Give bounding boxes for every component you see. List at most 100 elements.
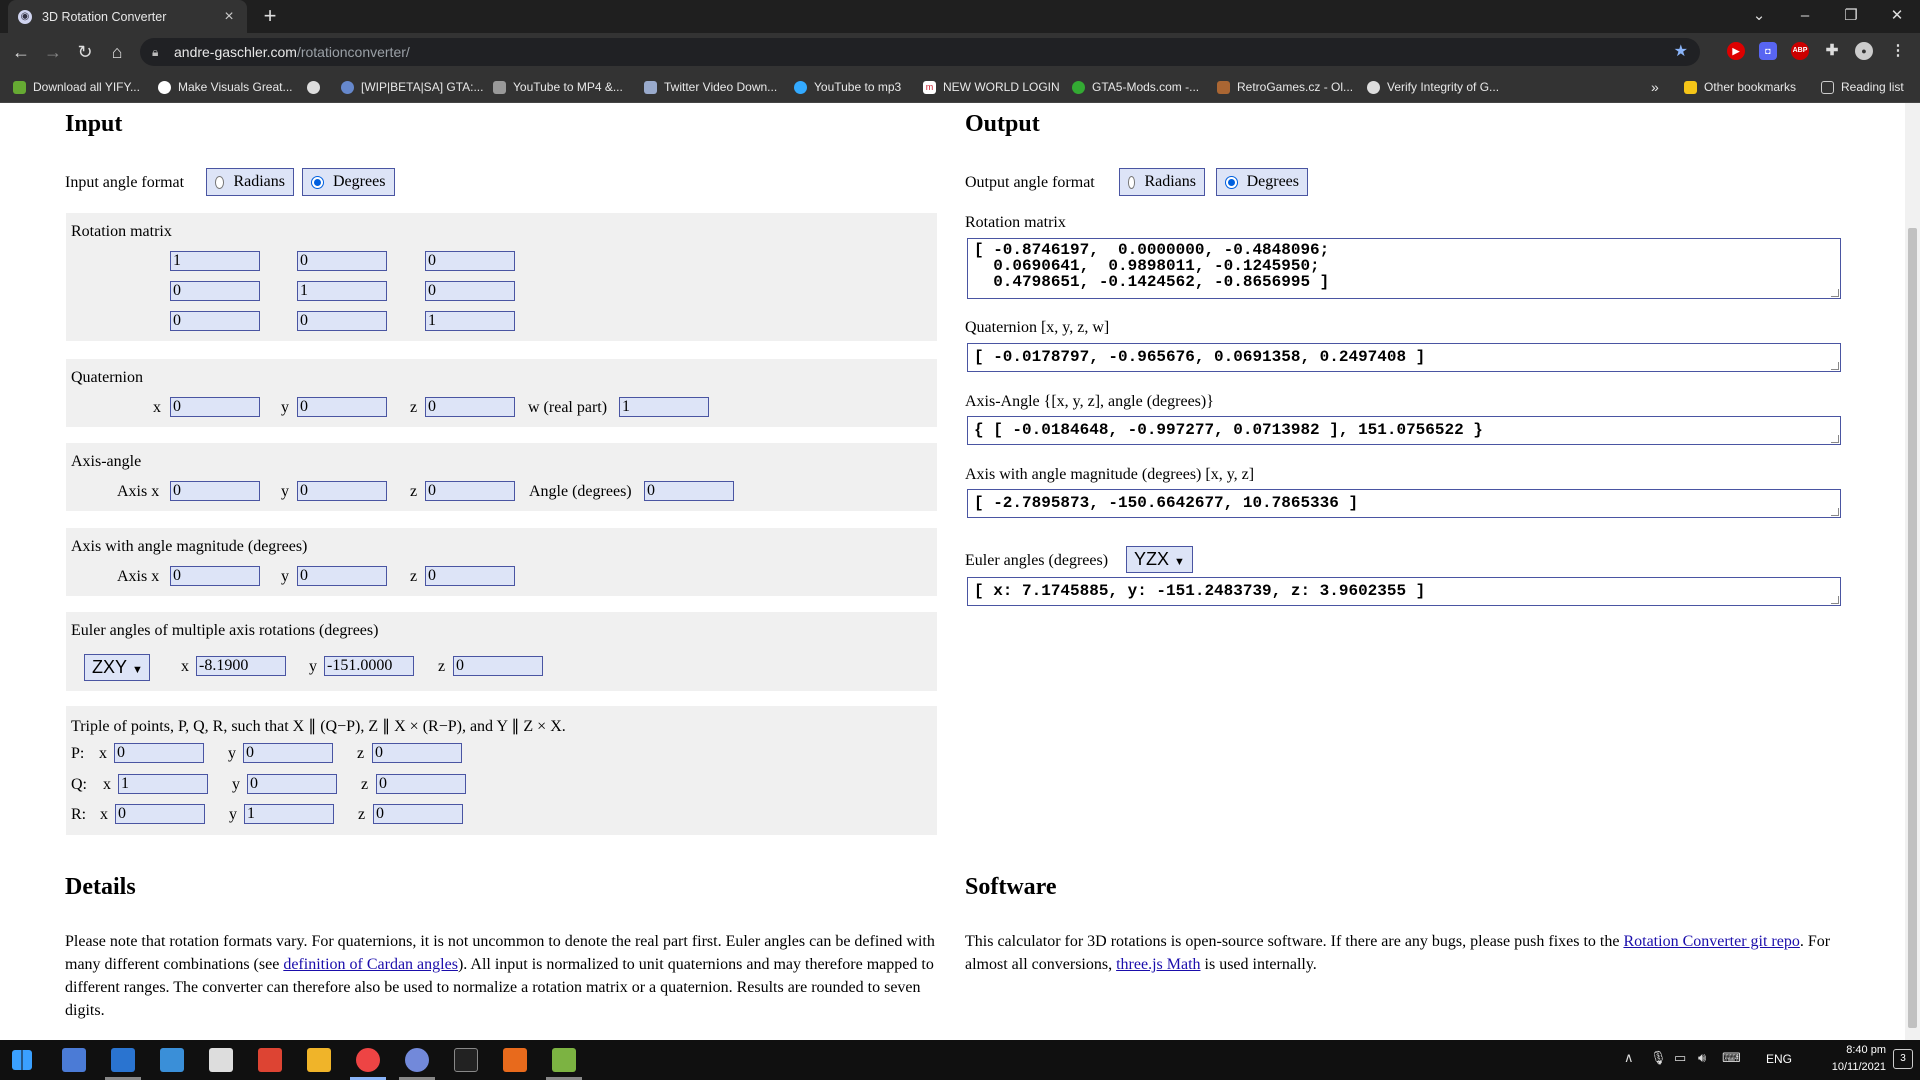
axis-angle-x-input[interactable]: 0 [170,481,260,501]
axis-magnitude-z-input[interactable]: 0 [425,566,515,586]
point-q-x-input[interactable]: 1 [118,774,208,794]
discord-icon[interactable] [405,1048,429,1072]
quaternion-z-input[interactable]: 0 [425,397,515,417]
minimize-button[interactable]: – [1782,0,1828,33]
output-degrees-option[interactable]: Degrees [1216,168,1308,196]
paint-icon[interactable] [258,1048,282,1072]
volume-icon[interactable]: 🔊︎ [1698,1050,1706,1066]
back-icon[interactable]: ← [8,39,34,65]
euler-order-select[interactable]: ZXY ▼ [84,654,150,681]
tab-search-icon[interactable]: ⌄ [1736,0,1782,33]
input-radians-option[interactable]: Radians [206,168,294,196]
bookmarks-overflow-button[interactable]: » [1651,71,1659,103]
matrix-cell-input[interactable]: 0 [425,251,515,271]
axis-magnitude-y-input[interactable]: 0 [297,566,387,586]
close-tab-icon[interactable]: × [221,8,237,26]
bookmark-item[interactable]: GTA5-Mods.com -... [1072,71,1199,103]
git-repo-link[interactable]: Rotation Converter git repo [1623,933,1799,950]
matrix-cell-input[interactable]: 1 [425,311,515,331]
output-euler-textarea[interactable]: [ x: 7.1745885, y: -151.2483739, z: 3.96… [967,577,1841,606]
quaternion-x-input[interactable]: 0 [170,397,260,417]
axis-magnitude-x-input[interactable]: 0 [170,566,260,586]
euler-z-input[interactable]: 0 [453,656,543,676]
browser-tab[interactable]: ◉ 3D Rotation Converter × [8,0,247,33]
reload-icon[interactable]: ↻ [72,39,98,65]
point-r-y-input[interactable]: 1 [244,804,334,824]
photos-icon[interactable] [160,1048,184,1072]
app-icon[interactable] [503,1048,527,1072]
bookmark-item[interactable]: YouTube to MP4 &... [493,71,623,103]
clock-date[interactable]: 10/11/2021 [1816,1061,1886,1073]
point-p-x-input[interactable]: 0 [114,743,204,763]
matrix-cell-input[interactable]: 0 [170,281,260,301]
matrix-cell-input[interactable]: 1 [297,281,387,301]
app-icon[interactable] [552,1048,576,1072]
clock-time[interactable]: 8:40 pm [1816,1044,1886,1056]
forward-icon[interactable]: → [40,39,66,65]
notepad-icon[interactable] [111,1048,135,1072]
output-axis-magnitude-textarea[interactable]: [ -2.7895873, -150.6642677, 10.7865336 ] [967,489,1841,518]
home-icon[interactable]: ⌂ [104,39,130,65]
extensions-puzzle-icon[interactable]: ✚ [1823,42,1841,60]
keyboard-icon[interactable]: ⌨ [1722,1050,1741,1066]
matrix-cell-input[interactable]: 1 [170,251,260,271]
bookmark-item[interactable]: YouTube to mp3 [794,71,901,103]
bookmark-item[interactable] [307,71,327,103]
terminal-icon[interactable] [454,1048,478,1072]
chrome-icon[interactable] [356,1048,380,1072]
output-axis-angle-textarea[interactable]: { [ -0.0184648, -0.997277, 0.0713982 ], … [967,416,1841,445]
youtube-extension-icon[interactable]: ▶ [1727,42,1745,60]
axis-angle-degrees-input[interactable]: 0 [644,481,734,501]
point-q-y-input[interactable]: 0 [247,774,337,794]
matrix-cell-input[interactable]: 0 [170,311,260,331]
input-degrees-option[interactable]: Degrees [302,168,395,196]
windows-start-icon[interactable] [12,1050,32,1070]
menu-kebab-icon[interactable]: ⋮ [1889,42,1907,60]
tray-overflow-icon[interactable]: ∧ [1624,1050,1634,1066]
radio-button[interactable] [1128,175,1136,189]
bookmark-star-icon[interactable]: ★ [1674,38,1688,66]
radio-button[interactable] [215,175,225,189]
radio-button-selected[interactable] [311,175,324,189]
close-window-button[interactable]: ✕ [1874,0,1920,33]
output-quaternion-textarea[interactable]: [ -0.0178797, -0.965676, 0.0691358, 0.24… [967,343,1841,372]
microphone-icon[interactable]: 🎙︎ [1650,1050,1667,1066]
restore-button[interactable]: ❐ [1828,0,1874,33]
network-icon[interactable]: ▭ [1674,1050,1686,1066]
matrix-cell-input[interactable]: 0 [297,311,387,331]
calculator-icon[interactable] [62,1048,86,1072]
reading-list-button[interactable]: Reading list [1821,71,1904,103]
notification-center-icon[interactable]: 3 [1893,1049,1913,1069]
bookmark-item[interactable]: Make Visuals Great... [158,71,293,103]
point-p-y-input[interactable]: 0 [243,743,333,763]
new-tab-button[interactable]: + [258,5,282,29]
profile-avatar[interactable]: ● [1855,42,1873,60]
point-r-z-input[interactable]: 0 [373,804,463,824]
adblock-extension-icon[interactable]: ABP [1791,42,1809,60]
point-q-z-input[interactable]: 0 [376,774,466,794]
euler-y-input[interactable]: -151.0000 [324,656,414,676]
axis-angle-y-input[interactable]: 0 [297,481,387,501]
word-icon[interactable] [209,1048,233,1072]
cardan-angles-link[interactable]: definition of Cardan angles [283,956,458,973]
bookmark-item[interactable]: Download all YIFY... [13,71,140,103]
euler-x-input[interactable]: -8.1900 [196,656,286,676]
quaternion-w-input[interactable]: 1 [619,397,709,417]
bookmark-item[interactable]: m NEW WORLD LOGIN [923,71,1060,103]
bookmark-item[interactable]: Twitter Video Down... [644,71,777,103]
threejs-math-link[interactable]: three.js Math [1116,956,1200,973]
bookmark-item[interactable]: RetroGames.cz - Ol... [1217,71,1353,103]
radio-button-selected[interactable] [1225,175,1238,189]
page-scrollbar[interactable] [1905,103,1920,1040]
matrix-cell-input[interactable]: 0 [425,281,515,301]
point-p-z-input[interactable]: 0 [372,743,462,763]
output-radians-option[interactable]: Radians [1119,168,1205,196]
bookmark-item[interactable]: [WIP|BETA|SA] GTA:... [341,71,483,103]
point-r-x-input[interactable]: 0 [115,804,205,824]
output-rotation-matrix-textarea[interactable]: [ -0.8746197, 0.0000000, -0.4848096; 0.0… [967,238,1841,299]
file-explorer-icon[interactable] [307,1048,331,1072]
url-bar[interactable]: 🔒︎ andre-gaschler.com/rotationconverter/… [140,38,1700,66]
language-indicator[interactable]: ENG [1766,1052,1792,1066]
discord-extension-icon[interactable]: ◘ [1759,42,1777,60]
scrollbar-thumb[interactable] [1908,228,1917,1028]
